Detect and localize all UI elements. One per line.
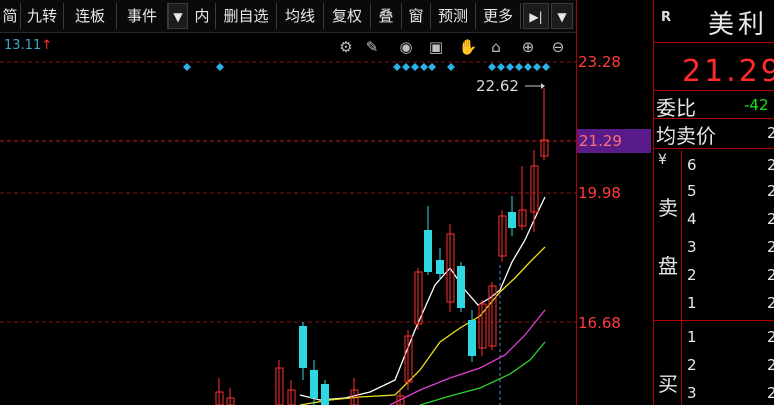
- buy-level: 2: [687, 356, 697, 374]
- panel-divider: [654, 118, 774, 119]
- event-diamond: [533, 63, 541, 71]
- sell-price: 2: [767, 294, 774, 312]
- candle: [508, 212, 516, 228]
- quote-panel: R 美利 21.29 委比 -42 均卖价 2 ¥ 卖 盘 6 5 4 3 2 …: [653, 0, 774, 405]
- sell-price: 2: [767, 266, 774, 284]
- sell-level: 5: [687, 182, 697, 200]
- lock-icon[interactable]: ⌂: [486, 37, 506, 57]
- event-diamond: [183, 63, 191, 71]
- sell-price: 2: [767, 238, 774, 256]
- price-indicator-value: 13.11: [4, 38, 42, 53]
- sell-level: 6: [687, 156, 697, 174]
- sell-level: 4: [687, 210, 697, 228]
- panel-divider: [654, 90, 774, 91]
- event-diamond: [216, 63, 224, 71]
- sell-price: 2: [767, 210, 774, 228]
- sell-price: 2: [767, 182, 774, 200]
- weibi-label: 委比: [656, 96, 696, 120]
- currency-label: ¥: [658, 152, 667, 168]
- candle: [468, 320, 476, 356]
- event-diamond: [524, 63, 532, 71]
- toolbox-icon[interactable]: ▣: [426, 37, 446, 57]
- sell-level: 2: [687, 266, 697, 284]
- price-indicator: 13.11↑: [4, 38, 52, 53]
- axis-label-16-68: 16.68: [578, 314, 621, 332]
- current-price-axis-label: 21.29: [577, 129, 651, 153]
- event-diamond: [506, 63, 514, 71]
- panel-column-divider: [681, 150, 682, 405]
- event-diamond: [428, 63, 436, 71]
- buy-price: 2: [767, 384, 774, 402]
- r-badge: R: [661, 10, 672, 25]
- event-diamond: [402, 63, 410, 71]
- event-diamond: [393, 63, 401, 71]
- event-diamond: [420, 63, 428, 71]
- sell-level: 3: [687, 238, 697, 256]
- candle: [310, 370, 318, 398]
- event-diamond: [515, 63, 523, 71]
- avg-sell-label: 均卖价: [656, 124, 716, 148]
- sell-price: 2: [767, 156, 774, 174]
- buy-side-label: 买: [658, 372, 678, 396]
- event-diamond: [488, 63, 496, 71]
- candlestick-chart[interactable]: [0, 0, 576, 405]
- panel-divider: [654, 42, 774, 43]
- candle: [424, 230, 432, 272]
- stock-name: 美利: [708, 10, 769, 40]
- avg-sell-value: 2: [767, 124, 774, 142]
- settings-icon[interactable]: ⚙: [336, 37, 356, 57]
- event-diamond: [447, 63, 455, 71]
- up-arrow-icon: ↑: [41, 38, 53, 53]
- buy-price: 2: [767, 328, 774, 346]
- event-diamond: [542, 63, 550, 71]
- stock-price: 21.29: [682, 54, 774, 89]
- buy-level: 1: [687, 328, 697, 346]
- zoom-out-icon[interactable]: ⊖: [548, 37, 568, 57]
- sell-side-label-1: 卖: [658, 196, 678, 220]
- high-price-label: 22.62: [476, 77, 519, 95]
- buy-level: 3: [687, 384, 697, 402]
- candle: [299, 326, 307, 368]
- sell-level: 1: [687, 294, 697, 312]
- candle: [457, 266, 465, 308]
- panel-divider: [654, 148, 774, 149]
- sell-side-label-2: 盘: [658, 254, 678, 278]
- buy-price: 2: [767, 356, 774, 374]
- axis-label-19-98: 19.98: [578, 184, 621, 202]
- candles: [215, 88, 549, 405]
- candle: [321, 384, 329, 405]
- event-diamonds: [183, 63, 550, 71]
- panel-divider: [654, 320, 774, 321]
- weibi-value: -42: [744, 96, 769, 114]
- event-diamond: [497, 63, 505, 71]
- axis-label-23-28: 23.28: [578, 53, 621, 71]
- hand-icon[interactable]: ✋: [458, 37, 478, 57]
- eye-icon[interactable]: ◉: [396, 37, 416, 57]
- candle: [436, 260, 444, 274]
- pen-icon[interactable]: ✎: [362, 37, 382, 57]
- chart-divider: [576, 0, 577, 405]
- zoom-in-icon[interactable]: ⊕: [518, 37, 538, 57]
- event-diamond: [411, 63, 419, 71]
